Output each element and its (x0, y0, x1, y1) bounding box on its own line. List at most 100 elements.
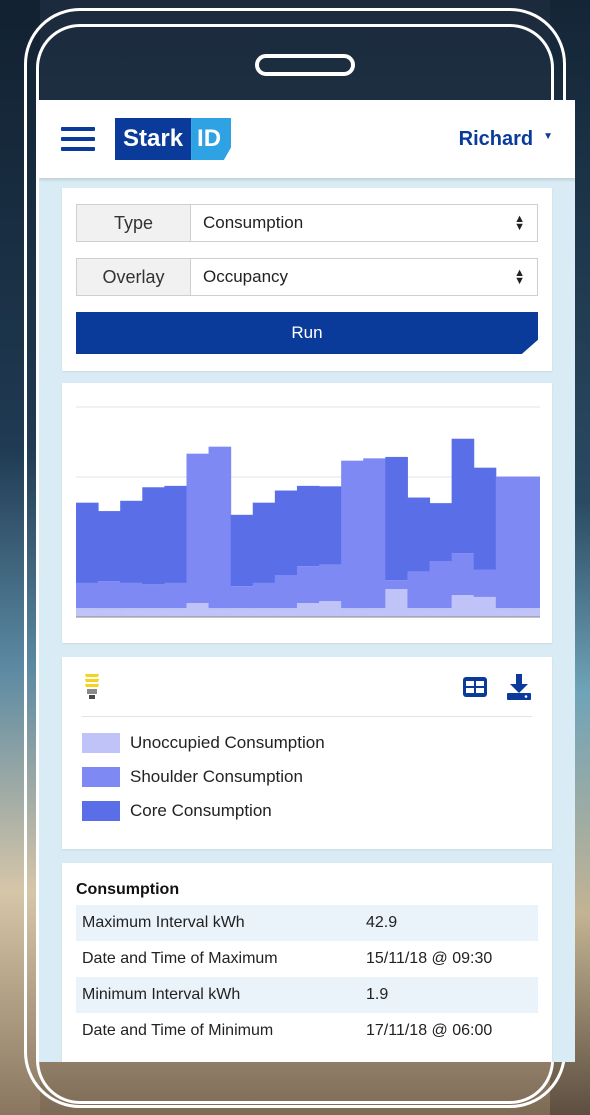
chart-bar[interactable] (451, 553, 475, 596)
chart-bar[interactable] (517, 476, 540, 609)
chart-bar[interactable] (142, 608, 165, 617)
stats-value: 1.9 (366, 986, 389, 1003)
legend-item[interactable]: Core Consumption (82, 795, 532, 827)
chart-bar[interactable] (296, 485, 320, 567)
chart-bar[interactable] (407, 608, 431, 617)
chart-bar[interactable] (76, 502, 99, 583)
chart-bar[interactable] (164, 485, 187, 583)
chart-bar[interactable] (186, 453, 210, 603)
overlay-row: Overlay Occupancy ▲ ▼ (76, 258, 538, 296)
chart-bar[interactable] (208, 608, 232, 617)
chart-bar[interactable] (319, 486, 342, 565)
chart-bar[interactable] (120, 608, 143, 617)
app-header: Stark ID Richard ▼ (39, 100, 575, 178)
chart-bar[interactable] (429, 561, 453, 609)
chart-bar[interactable] (363, 458, 386, 609)
chart-bar[interactable] (385, 589, 408, 617)
stats-row: Maximum Interval kWh 42.9 (76, 905, 538, 941)
chart-bar[interactable] (274, 490, 298, 575)
chart-bar[interactable] (407, 571, 431, 609)
chart-bar[interactable] (164, 608, 187, 617)
select-arrows-icon: ▲ ▼ (514, 213, 525, 233)
user-name: Richard (458, 127, 534, 150)
chart-bar[interactable] (120, 582, 143, 609)
user-menu[interactable]: Richard ▼ (459, 128, 553, 151)
chart-bar[interactable] (473, 569, 497, 597)
chart-bar[interactable] (429, 608, 453, 617)
type-select-value: Consumption (203, 213, 304, 232)
legend-item[interactable]: Shoulder Consumption (82, 761, 532, 793)
chart-bar[interactable] (120, 500, 143, 583)
menu-icon[interactable] (61, 127, 95, 151)
chart-bar[interactable] (98, 511, 121, 582)
chart-bar[interactable] (186, 603, 210, 617)
logo-text-stark: Stark (115, 118, 192, 160)
legend-actions (462, 673, 532, 701)
stats-title: Consumption (76, 881, 180, 898)
chart-bar[interactable] (495, 608, 519, 617)
stats-row: Minimum Interval kWh 1.9 (76, 977, 538, 1013)
chart-bar[interactable] (142, 487, 165, 585)
stats-label: Date and Time of Minimum (82, 1022, 274, 1039)
chart-bar[interactable] (385, 456, 408, 581)
legend-swatch (82, 801, 120, 821)
overlay-select[interactable]: Occupancy ▲ ▼ (191, 259, 537, 295)
chart-bar[interactable] (76, 608, 99, 617)
legend-label: Unoccupied Consumption (130, 733, 325, 752)
app-screen: Stark ID Richard ▼ Type Consumption ▲ ▼ O… (39, 100, 575, 1062)
chart-bar[interactable] (319, 564, 342, 602)
run-button[interactable]: Run (76, 312, 538, 354)
chart-bar[interactable] (164, 582, 187, 609)
chart-bar[interactable] (473, 467, 497, 570)
chart-bar[interactable] (230, 514, 254, 587)
chart-bar[interactable] (429, 503, 453, 561)
chart-bar[interactable] (363, 608, 386, 617)
chart-bar[interactable] (230, 608, 254, 617)
chart-bar[interactable] (451, 438, 475, 554)
chart-bar[interactable] (142, 584, 165, 609)
stats-value: 15/11/18 @ 09:30 (366, 950, 493, 967)
chart-bar[interactable] (319, 601, 342, 617)
type-select[interactable]: Consumption ▲ ▼ (191, 205, 537, 241)
stats-row: Date and Time of Maximum 15/11/18 @ 09:30 (76, 941, 538, 977)
chart-bar[interactable] (473, 596, 497, 617)
chart-bar[interactable] (495, 476, 519, 609)
legend-label: Shoulder Consumption (130, 767, 303, 786)
legend-swatch (82, 767, 120, 787)
chart-bar[interactable] (341, 460, 364, 609)
chart-bar[interactable] (252, 502, 276, 583)
legend-toolbar (82, 657, 532, 717)
type-row: Type Consumption ▲ ▼ (76, 204, 538, 242)
chart-bar[interactable] (296, 603, 320, 617)
chart-bar[interactable] (296, 566, 320, 603)
chart-bar[interactable] (252, 608, 276, 617)
stats-card: Consumption Maximum Interval kWh 42.9 Date… (62, 863, 552, 1062)
chart-bar[interactable] (208, 446, 232, 609)
stats-value: 42.9 (366, 914, 398, 931)
overlay-select-value: Occupancy (203, 267, 289, 286)
stark-id-logo[interactable]: Stark ID (115, 118, 232, 160)
chart-bar[interactable] (274, 608, 298, 617)
legend-item[interactable]: Unoccupied Consumption (82, 727, 532, 759)
lightbulb-icon[interactable] (82, 672, 102, 702)
legend-swatch (82, 733, 120, 753)
chart-bar[interactable] (76, 582, 99, 609)
chart-card (62, 383, 552, 643)
chart-bar[interactable] (98, 581, 121, 609)
legend-list: Unoccupied Consumption Shoulder Consumpti… (82, 727, 532, 827)
chart-bar[interactable] (451, 595, 475, 617)
chart-bar[interactable] (274, 575, 298, 609)
type-label: Type (77, 205, 191, 241)
download-icon[interactable] (506, 673, 532, 701)
chart-bar[interactable] (98, 608, 121, 617)
chart-bar[interactable] (341, 608, 364, 617)
chart-bar[interactable] (517, 608, 540, 617)
legend-label: Core Consumption (130, 801, 272, 820)
chart-bar[interactable] (407, 497, 431, 572)
table-icon[interactable] (462, 676, 488, 698)
stats-value: 17/11/18 @ 06:00 (366, 1022, 493, 1039)
stats-label: Date and Time of Maximum (82, 950, 278, 967)
chart-bar[interactable] (252, 582, 276, 609)
chart-bar[interactable] (385, 580, 408, 589)
chart-bar[interactable] (230, 586, 254, 609)
